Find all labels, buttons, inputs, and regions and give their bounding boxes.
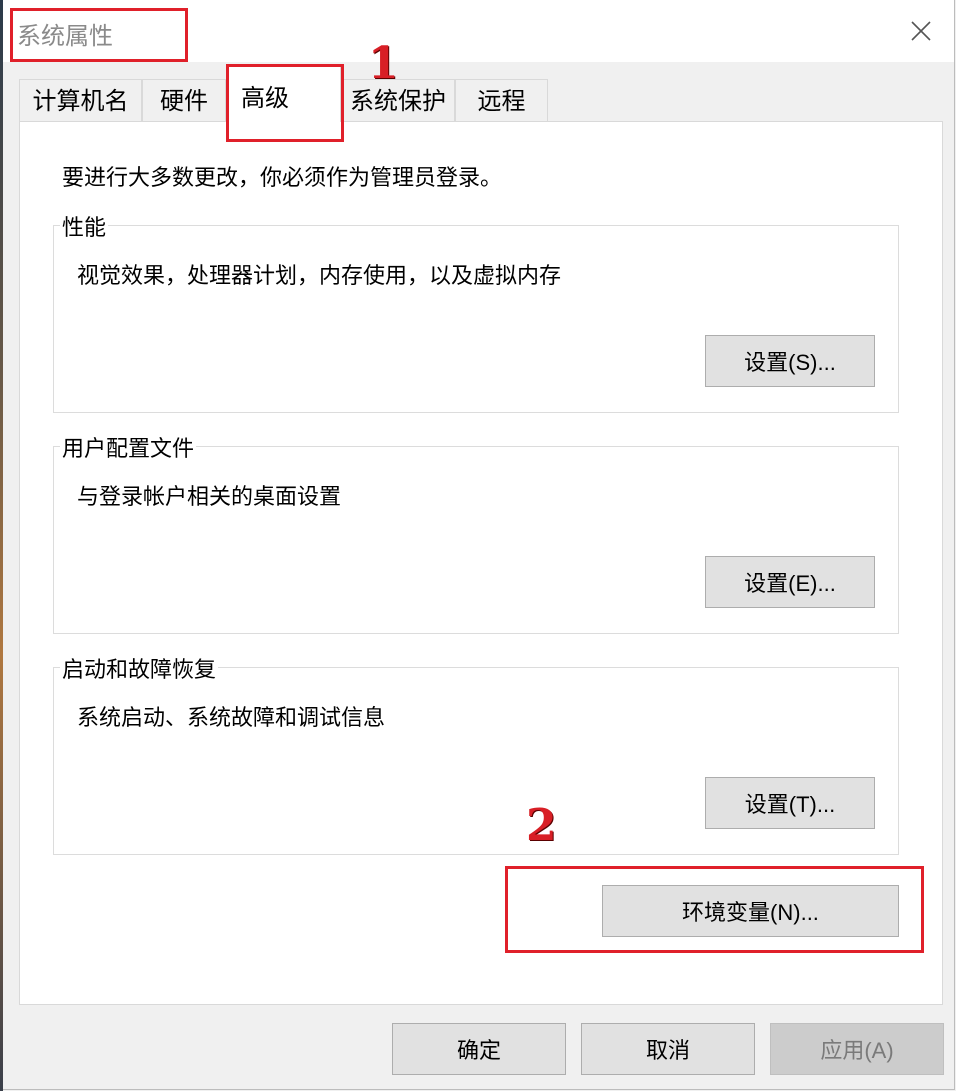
performance-description: 视觉效果，处理器计划，内存使用，以及虚拟内存	[77, 264, 562, 289]
startup-recovery-description: 系统启动、系统故障和调试信息	[77, 706, 386, 731]
environment-variables-button[interactable]: 环境变量(N)...	[602, 885, 899, 937]
user-profiles-group: 用户配置文件 与登录帐户相关的桌面设置 设置(E)...	[53, 431, 899, 634]
cancel-button[interactable]: 取消	[581, 1023, 755, 1075]
close-button[interactable]	[898, 8, 944, 54]
user-profiles-settings-button[interactable]: 设置(E)...	[705, 556, 875, 608]
ok-button[interactable]: 确定	[392, 1023, 566, 1075]
startup-recovery-settings-button[interactable]: 设置(T)...	[705, 777, 875, 829]
performance-group: 性能 视觉效果，处理器计划，内存使用，以及虚拟内存 设置(S)...	[53, 210, 899, 413]
annotation-number-2: 2	[526, 800, 557, 851]
title-bar: 系统属性	[3, 0, 954, 62]
tab-hardware[interactable]: 硬件	[142, 79, 226, 121]
close-icon	[911, 21, 931, 41]
performance-settings-button[interactable]: 设置(S)...	[705, 335, 875, 387]
performance-group-title: 性能	[60, 210, 109, 242]
tab-computer-name[interactable]: 计算机名	[19, 79, 142, 121]
annotation-number-1: 1	[368, 38, 399, 89]
user-profiles-group-title: 用户配置文件	[60, 431, 197, 463]
tab-remote[interactable]: 远程	[455, 79, 548, 121]
apply-button: 应用(A)	[770, 1023, 944, 1075]
admin-notice: 要进行大多数更改，你必须作为管理员登录。	[62, 166, 503, 191]
window-title: 系统属性	[17, 22, 113, 50]
user-profiles-description: 与登录帐户相关的桌面设置	[77, 485, 342, 510]
advanced-tab-panel: 要进行大多数更改，你必须作为管理员登录。 性能 视觉效果，处理器计划，内存使用，…	[19, 121, 943, 1005]
startup-recovery-group: 启动和故障恢复 系统启动、系统故障和调试信息 设置(T)...	[53, 652, 899, 855]
tab-advanced[interactable]: 高级	[226, 66, 341, 122]
system-properties-dialog: 系统属性 计算机名 硬件 高级 系统保护 远程 要进行大多数更改，你必须作为管理…	[3, 0, 955, 1090]
startup-recovery-group-title: 启动和故障恢复	[60, 652, 219, 684]
